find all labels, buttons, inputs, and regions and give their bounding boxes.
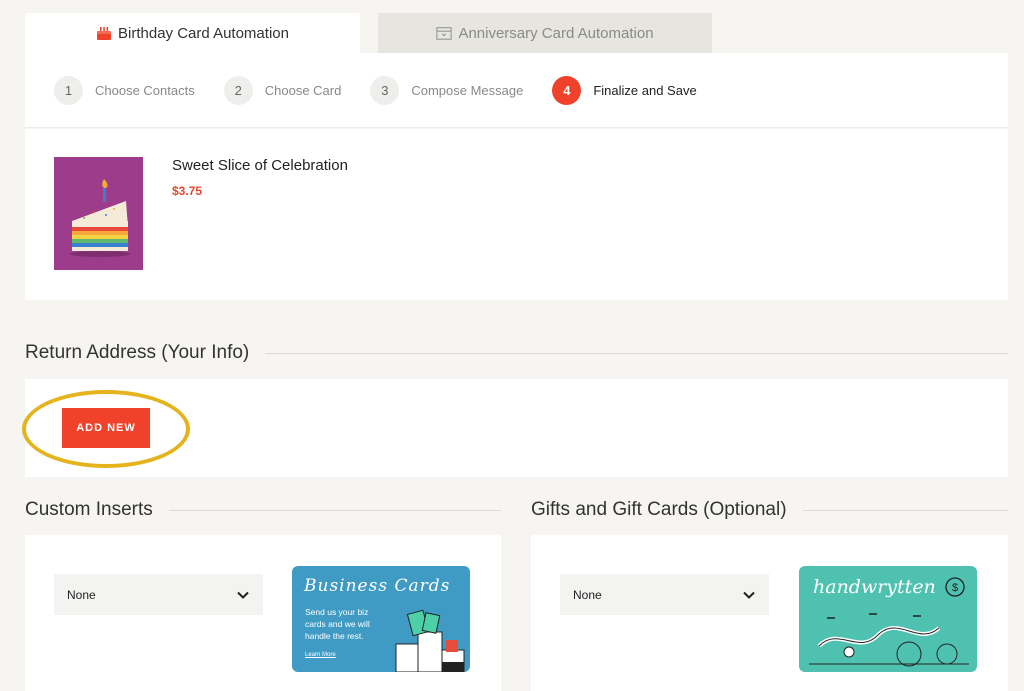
promo-title: Business Cards bbox=[304, 576, 451, 596]
handwrytten-logo: handwrytten bbox=[813, 576, 936, 598]
gifts-select[interactable]: None bbox=[560, 574, 769, 615]
dollar-icon: $ bbox=[945, 577, 965, 597]
step-number: 4 bbox=[552, 75, 582, 105]
chevron-down-icon bbox=[742, 588, 756, 602]
business-cards-promo[interactable]: Business Cards Send us your biz cards an… bbox=[292, 566, 470, 672]
step-label: Choose Contacts bbox=[95, 82, 195, 98]
card-thumbnail[interactable] bbox=[54, 157, 143, 270]
tab-label: Birthday Card Automation bbox=[118, 24, 289, 42]
promo-text: Send us your biz cards and we will handl… bbox=[305, 607, 370, 641]
custom-inserts-panel: None Business Cards Send us your biz car… bbox=[25, 535, 501, 691]
step-label: Compose Message bbox=[411, 82, 524, 98]
section-title: Custom Inserts bbox=[25, 499, 153, 520]
boxes-illustration bbox=[395, 609, 465, 672]
gift-cards-promo[interactable]: handwrytten $ bbox=[799, 566, 977, 672]
card-name: Sweet Slice of Celebration bbox=[172, 157, 348, 174]
cake-icon bbox=[96, 25, 112, 41]
svg-text:$: $ bbox=[952, 582, 958, 594]
add-new-address-button[interactable]: ADD NEW bbox=[62, 408, 150, 448]
select-value: None bbox=[573, 587, 602, 602]
tab-label: Anniversary Card Automation bbox=[458, 24, 654, 42]
divider bbox=[802, 509, 1008, 511]
step-label: Choose Card bbox=[264, 82, 342, 98]
learn-more-link[interactable]: Learn More bbox=[305, 652, 336, 658]
tab-anniversary-card-automation[interactable]: Anniversary Card Automation bbox=[378, 13, 712, 53]
step-choose-contacts[interactable]: 1 Choose Contacts bbox=[54, 75, 195, 105]
step-compose-message[interactable]: 3 Compose Message bbox=[370, 75, 524, 105]
selected-card-panel: Sweet Slice of Celebration $3.75 bbox=[25, 129, 1008, 300]
gifts-panel: None handwrytten $ bbox=[531, 535, 1008, 691]
section-title: Gifts and Gift Cards (Optional) bbox=[531, 499, 787, 520]
wizard-steps: 1 Choose Contacts 2 Choose Card 3 Compos… bbox=[25, 53, 1008, 128]
step-label: Finalize and Save bbox=[593, 82, 697, 98]
machinery-illustration bbox=[809, 613, 969, 667]
return-address-panel: ADD NEW bbox=[25, 379, 1008, 477]
step-choose-card[interactable]: 2 Choose Card bbox=[223, 75, 342, 105]
step-number: 2 bbox=[223, 75, 253, 105]
tab-birthday-card-automation[interactable]: Birthday Card Automation bbox=[25, 13, 360, 53]
step-number: 1 bbox=[54, 75, 83, 105]
return-address-heading: Return Address (Your Info) bbox=[25, 342, 1008, 364]
calendar-icon bbox=[436, 25, 453, 41]
select-value: None bbox=[67, 587, 96, 602]
step-number: 3 bbox=[370, 75, 400, 105]
card-price: $3.75 bbox=[172, 184, 203, 198]
custom-inserts-select[interactable]: None bbox=[54, 574, 263, 615]
step-finalize-and-save[interactable]: 4 Finalize and Save bbox=[552, 75, 697, 105]
divider bbox=[168, 509, 501, 511]
divider bbox=[265, 352, 1008, 354]
custom-inserts-heading: Custom Inserts bbox=[25, 499, 501, 521]
gifts-heading: Gifts and Gift Cards (Optional) bbox=[531, 499, 1008, 521]
section-title: Return Address (Your Info) bbox=[25, 342, 250, 363]
chevron-down-icon bbox=[236, 588, 250, 602]
